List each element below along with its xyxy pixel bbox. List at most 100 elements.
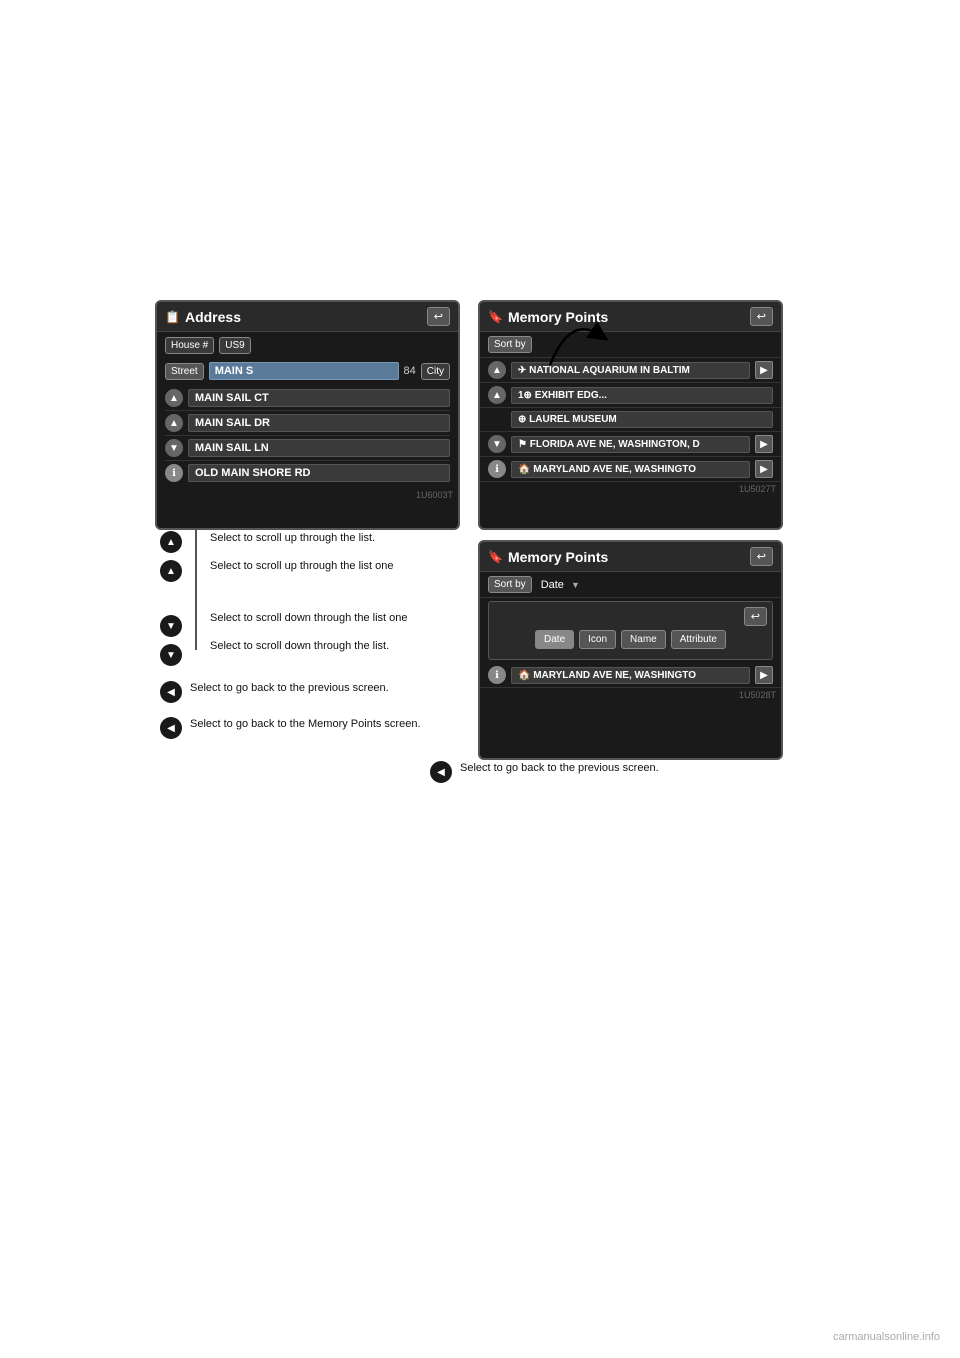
bottom-bullet-text-2: Select to go back to the Memory Points s… — [190, 716, 421, 733]
result-item-3: ℹ OLD MAIN SHORE RD — [165, 461, 450, 485]
result-name-0[interactable]: MAIN SAIL CT — [188, 389, 450, 407]
sort-dropdown: ↩ Date Icon Name Attribute — [488, 601, 773, 660]
result-name-3[interactable]: OLD MAIN SHORE RD — [188, 464, 450, 482]
memory1-name-0[interactable]: ✈ NATIONAL AQUARIUM IN BALTIM — [511, 362, 750, 379]
memory2-footer: 1U5028T — [480, 688, 781, 702]
bottom-bullet-text-1: Select to go back to the previous screen… — [190, 680, 421, 697]
memory1-code: 1U5027T — [739, 484, 776, 494]
divider-line — [195, 530, 197, 650]
street-number: 84 — [404, 365, 416, 377]
memory1-title: 🔖 Memory Points — [488, 309, 608, 325]
address-fields-row: House # US9 — [157, 332, 458, 359]
memory1-icon-1[interactable]: ▲ — [488, 386, 506, 404]
memory1-name-4[interactable]: 🏠 MARYLAND AVE NE, WASHINGTO — [511, 461, 750, 478]
memory1-item-4: ℹ 🏠 MARYLAND AVE NE, WASHINGTO ▶ — [480, 457, 781, 482]
memory2-bottom-icon[interactable]: ℹ — [488, 666, 506, 684]
result-icon-0[interactable]: ▲ — [165, 389, 183, 407]
state-button[interactable]: US9 — [219, 337, 250, 354]
city-button[interactable]: City — [421, 363, 450, 380]
address-back-button[interactable]: ↩ — [427, 307, 450, 326]
address-title-icon: 📋 — [165, 310, 180, 324]
annotation-down2: Select to scroll down through the list. — [210, 638, 389, 656]
sort-options: Date Icon Name Attribute — [494, 630, 767, 649]
memory1-arrow-4[interactable]: ▶ — [755, 460, 773, 478]
result-name-1[interactable]: MAIN SAIL DR — [188, 414, 450, 432]
memory2-back-button[interactable]: ↩ — [750, 547, 773, 566]
annotation-down1: Select to scroll down through the list o… — [210, 610, 408, 628]
memory1-arrow-3[interactable]: ▶ — [755, 435, 773, 453]
page-watermark: carmanualsonline.info — [833, 1331, 940, 1343]
street-input-display[interactable]: MAIN S — [209, 362, 399, 380]
memory1-result-list: ▲ ✈ NATIONAL AQUARIUM IN BALTIM ▶ ▲ 1⊕ E… — [480, 358, 781, 482]
memory2-title: 🔖 Memory Points — [488, 549, 608, 565]
memory1-item-0: ▲ ✈ NATIONAL AQUARIUM IN BALTIM ▶ — [480, 358, 781, 383]
bullet-icon-up2: ▲ — [160, 560, 182, 582]
memory1-icon-0[interactable]: ▲ — [488, 361, 506, 379]
memory1-header: 🔖 Memory Points ↩ — [480, 302, 781, 332]
spacer1 — [160, 588, 182, 608]
result-icon-2[interactable]: ▼ — [165, 439, 183, 457]
result-item-1: ▲ MAIN SAIL DR — [165, 411, 450, 436]
street-label[interactable]: Street — [165, 363, 204, 380]
address-screen-footer: 1U6003T — [157, 488, 458, 502]
memory1-sort-row: Sort by — [480, 332, 781, 358]
memory1-icon-4[interactable]: ℹ — [488, 460, 506, 478]
memory2-sort-row: Sort by Date ▼ — [480, 572, 781, 598]
memory1-title-icon: 🔖 — [488, 310, 503, 324]
bottom-right-bullet: ◀ Select to go back to the previous scre… — [430, 760, 659, 783]
page: 📋 Address ↩ House # US9 Street MAIN S 84… — [0, 0, 960, 1358]
street-row: Street MAIN S 84 City — [157, 359, 458, 383]
house-number-button[interactable]: House # — [165, 337, 214, 354]
memory-screen-2: 🔖 Memory Points ↩ Sort by Date ▼ ↩ Date … — [478, 540, 783, 760]
memory1-sort-by-label[interactable]: Sort by — [488, 336, 532, 353]
memory2-sort-by-label[interactable]: Sort by — [488, 576, 532, 593]
bottom-bullet-2: ◀ Select to go back to the Memory Points… — [160, 716, 421, 739]
memory2-title-text: Memory Points — [508, 549, 608, 565]
memory2-bottom-item: ℹ 🏠 MARYLAND AVE NE, WASHINGTO ▶ — [480, 663, 781, 688]
bottom-right-bullet-icon: ◀ — [430, 761, 452, 783]
address-screen-code: 1U6003T — [416, 490, 453, 500]
memory2-bottom-name[interactable]: 🏠 MARYLAND AVE NE, WASHINGTO — [511, 667, 750, 684]
annotation-up2: Select to scroll up through the list one — [210, 558, 393, 576]
sort-dropdown-back[interactable]: ↩ — [744, 607, 767, 626]
memory1-item-3: ▼ ⚑ FLORIDA AVE NE, WASHINGTON, D ▶ — [480, 432, 781, 457]
sort-name-button[interactable]: Name — [621, 630, 666, 649]
result-item-2: ▼ MAIN SAIL LN — [165, 436, 450, 461]
memory1-name-3[interactable]: ⚑ FLORIDA AVE NE, WASHINGTON, D — [511, 436, 750, 453]
sort-date-button[interactable]: Date — [535, 630, 574, 649]
address-screen: 📋 Address ↩ House # US9 Street MAIN S 84… — [155, 300, 460, 530]
result-icon-1[interactable]: ▲ — [165, 414, 183, 432]
bottom-bullet-icon-1: ◀ — [160, 681, 182, 703]
sort-attribute-button[interactable]: Attribute — [671, 630, 726, 649]
memory2-title-icon: 🔖 — [488, 550, 503, 564]
memory2-header: 🔖 Memory Points ↩ — [480, 542, 781, 572]
address-screen-title: 📋 Address — [165, 309, 241, 325]
memory1-name-1[interactable]: 1⊕ EXHIBIT EDG... — [511, 387, 773, 404]
result-item-0: ▲ MAIN SAIL CT — [165, 386, 450, 411]
bullet-icon-up1: ▲ — [160, 531, 182, 553]
bottom-left-bullets: ◀ Select to go back to the previous scre… — [160, 680, 421, 744]
memory1-arrow-0[interactable]: ▶ — [755, 361, 773, 379]
bullet-icons-col: ▲ ▲ ▼ ▼ — [160, 530, 182, 666]
sort-dropdown-header: ↩ — [494, 607, 767, 626]
bottom-bullet-1: ◀ Select to go back to the previous scre… — [160, 680, 421, 703]
memory-screen-1: 🔖 Memory Points ↩ Sort by ▲ ✈ NATIONAL A… — [478, 300, 783, 530]
memory1-footer: 1U5027T — [480, 482, 781, 496]
sort-icon-button[interactable]: Icon — [579, 630, 616, 649]
memory1-back-button[interactable]: ↩ — [750, 307, 773, 326]
memory1-icon-3[interactable]: ▼ — [488, 435, 506, 453]
address-result-list: ▲ MAIN SAIL CT ▲ MAIN SAIL DR ▼ MAIN SAI… — [157, 383, 458, 488]
memory2-sort-value: Date — [541, 579, 564, 591]
result-name-2[interactable]: MAIN SAIL LN — [188, 439, 450, 457]
memory1-item-2: ⊕ LAUREL MUSEUM — [480, 408, 781, 432]
annotation-up1: Select to scroll up through the list. — [210, 530, 375, 548]
memory2-bottom-arrow[interactable]: ▶ — [755, 666, 773, 684]
memory1-name-2[interactable]: ⊕ LAUREL MUSEUM — [511, 411, 773, 428]
bullet-icon-down1: ▼ — [160, 615, 182, 637]
address-title-text: Address — [185, 309, 241, 325]
address-screen-header: 📋 Address ↩ — [157, 302, 458, 332]
result-icon-3[interactable]: ℹ — [165, 464, 183, 482]
bottom-right-bullet-text: Select to go back to the previous screen… — [460, 760, 659, 777]
memory2-sort-arrow: ▼ — [571, 580, 580, 590]
bottom-bullet-icon-2: ◀ — [160, 717, 182, 739]
